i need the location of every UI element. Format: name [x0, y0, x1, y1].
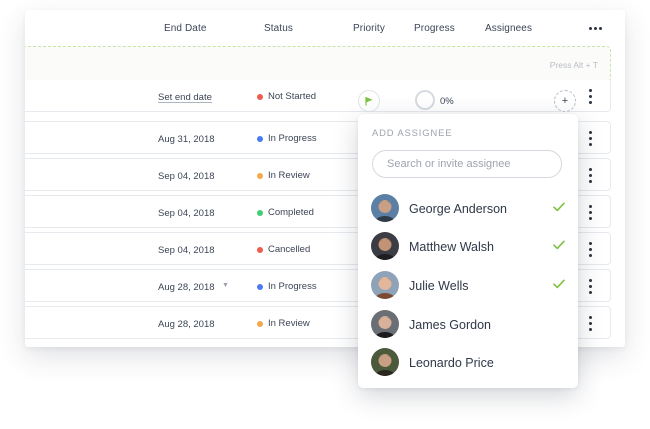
- more-vertical-icon[interactable]: [589, 168, 592, 183]
- status-dot: [257, 246, 263, 253]
- quick-add-task-zone[interactable]: Press Alt + T: [25, 46, 611, 82]
- assignee-option[interactable]: Leonardo Price: [371, 348, 571, 378]
- avatar: [371, 194, 399, 222]
- status-label: In Progress: [268, 281, 317, 292]
- chevron-down-icon[interactable]: ▼: [222, 282, 229, 289]
- add-assignee-button[interactable]: +: [554, 90, 576, 112]
- check-icon: [553, 279, 565, 289]
- status-label: In Review: [268, 318, 310, 329]
- assignee-name: Matthew Walsh: [409, 240, 494, 254]
- end-date: Aug 31, 2018: [158, 134, 215, 145]
- more-vertical-icon[interactable]: [589, 205, 592, 220]
- check-icon: [553, 202, 565, 212]
- status-dot: [257, 135, 263, 142]
- assignee-option[interactable]: Matthew Walsh: [371, 232, 571, 262]
- status-dot: [257, 209, 263, 216]
- column-header-assignees[interactable]: Assignees: [485, 23, 532, 34]
- column-header-status[interactable]: Status: [264, 23, 293, 34]
- table-header: End Date Status Priority Progress Assign…: [25, 10, 625, 46]
- end-date: Aug 28, 2018: [158, 319, 215, 330]
- flag-icon: [365, 97, 373, 106]
- more-horizontal-icon[interactable]: [589, 27, 605, 31]
- assignee-name: Leonardo Price: [409, 356, 494, 370]
- assignee-name: Julie Wells: [409, 279, 469, 293]
- avatar: [371, 271, 399, 299]
- end-date: Sep 04, 2018: [158, 245, 215, 256]
- assignee-search-input[interactable]: [372, 150, 562, 178]
- assignee-name: James Gordon: [409, 318, 491, 332]
- assignee-option[interactable]: George Anderson: [371, 194, 571, 224]
- status-label: In Review: [268, 170, 310, 181]
- avatar: [371, 348, 399, 376]
- more-vertical-icon[interactable]: [589, 89, 592, 104]
- end-date: Sep 04, 2018: [158, 208, 215, 219]
- status-dot: [257, 93, 263, 100]
- assignee-option[interactable]: James Gordon: [371, 310, 571, 340]
- status-badge[interactable]: In Review: [257, 170, 310, 181]
- progress-ring[interactable]: [415, 90, 435, 110]
- status-badge[interactable]: In Progress: [257, 281, 317, 292]
- more-vertical-icon[interactable]: [589, 279, 592, 294]
- shortcut-hint: Press Alt + T: [549, 60, 598, 70]
- status-dot: [257, 283, 263, 290]
- status-badge[interactable]: Cancelled: [257, 244, 310, 255]
- more-vertical-icon[interactable]: [589, 316, 592, 331]
- more-vertical-icon[interactable]: [589, 131, 592, 146]
- status-label: In Progress: [268, 133, 317, 144]
- status-badge[interactable]: In Progress: [257, 133, 317, 144]
- assignee-option[interactable]: Julie Wells: [371, 271, 571, 301]
- status-label: Cancelled: [268, 244, 311, 255]
- dropdown-title: ADD ASSIGNEE: [372, 128, 453, 139]
- avatar: [371, 232, 399, 260]
- assignee-name: George Anderson: [409, 202, 507, 216]
- status-badge[interactable]: In Review: [257, 318, 310, 329]
- end-date: Sep 04, 2018: [158, 171, 215, 182]
- status-badge[interactable]: Completed: [257, 207, 314, 218]
- avatar: [371, 310, 399, 338]
- check-icon: [553, 240, 565, 250]
- column-header-progress[interactable]: Progress: [414, 23, 455, 34]
- priority-flag-button[interactable]: [358, 90, 380, 112]
- column-header-end-date[interactable]: End Date: [164, 23, 207, 34]
- set-end-date-link[interactable]: Set end date: [158, 92, 212, 103]
- status-label: Not Started: [268, 91, 317, 102]
- end-date: Aug 28, 2018: [158, 282, 215, 293]
- column-header-priority[interactable]: Priority: [353, 23, 385, 34]
- status-dot: [257, 320, 263, 327]
- progress-value: 0%: [440, 96, 454, 107]
- status-badge[interactable]: Not Started: [257, 91, 316, 102]
- add-assignee-dropdown: ADD ASSIGNEE George Anderson Matthew Wals…: [358, 114, 578, 388]
- more-vertical-icon[interactable]: [589, 242, 592, 257]
- status-label: Completed: [268, 207, 314, 218]
- task-row[interactable]: Set end date Not Started: [25, 80, 611, 112]
- status-dot: [257, 172, 263, 179]
